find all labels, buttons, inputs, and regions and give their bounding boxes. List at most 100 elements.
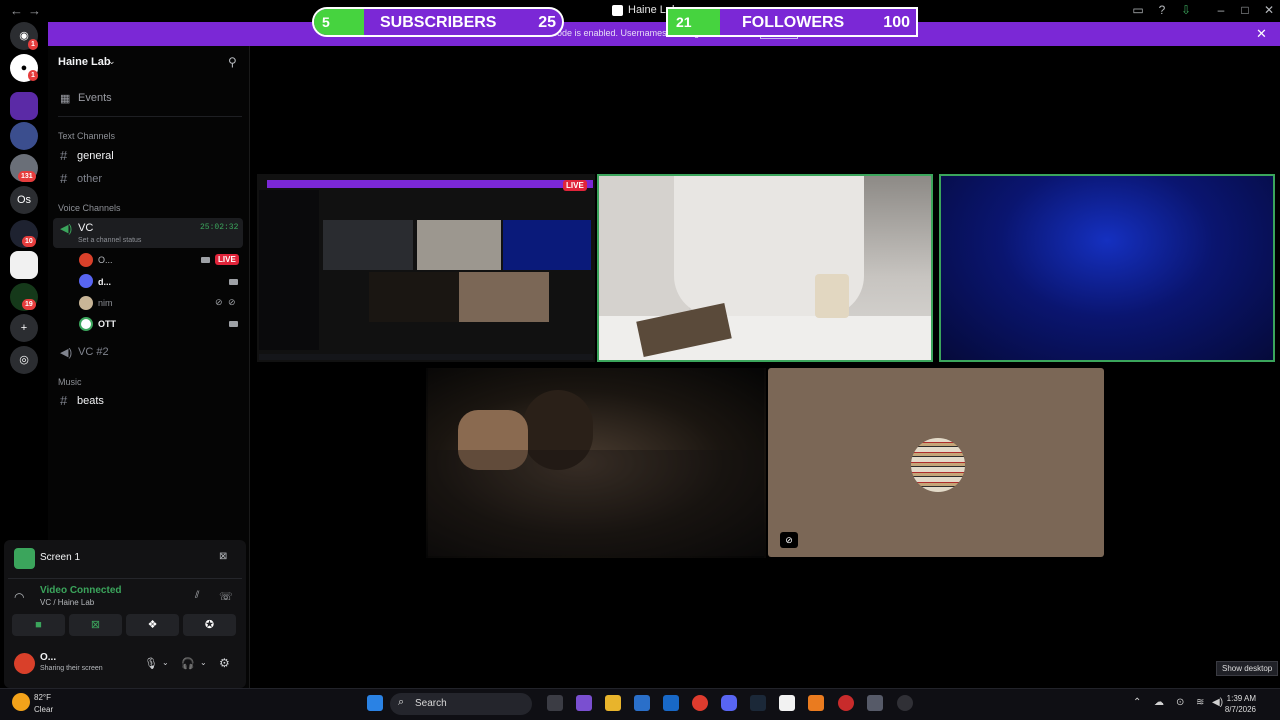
fl-studio-icon[interactable] bbox=[808, 695, 824, 711]
obs-icon[interactable] bbox=[897, 695, 913, 711]
activities-button[interactable]: ❖ bbox=[126, 614, 179, 636]
server-name[interactable]: Haine Lab bbox=[58, 56, 111, 68]
mic-icon[interactable]: 🎙 bbox=[144, 657, 158, 670]
voice-channel-vc2[interactable]: VC #2 bbox=[78, 346, 109, 358]
user-name: O... bbox=[40, 652, 57, 663]
vc-user-2[interactable]: d... bbox=[98, 277, 111, 287]
onedrive-icon[interactable]: ☁ bbox=[1154, 697, 1164, 708]
back-button[interactable]: ← bbox=[10, 3, 23, 18]
channel-other[interactable]: other bbox=[77, 173, 102, 185]
screen-thumbnail bbox=[14, 548, 35, 569]
vc-status[interactable]: Set a channel status bbox=[78, 237, 141, 244]
camera-icon bbox=[201, 257, 210, 263]
dm-badge: 1 bbox=[28, 39, 38, 50]
followers-current: 21 bbox=[676, 14, 692, 30]
mic-tray-icon[interactable]: ⊙ bbox=[1176, 697, 1184, 708]
inbox-icon[interactable]: ▭ bbox=[1129, 3, 1147, 17]
channel-beats[interactable]: beats bbox=[77, 395, 104, 407]
vc-timer: 25:02:32 bbox=[200, 223, 239, 232]
chrome-icon[interactable] bbox=[692, 695, 708, 711]
help-icon[interactable]: ? bbox=[1153, 3, 1171, 17]
weather-desc[interactable]: Clear bbox=[34, 705, 53, 714]
server-icon-trench[interactable] bbox=[10, 122, 38, 150]
subscribers-goal-bar: 5 SUBSCRIBERS 25 bbox=[312, 7, 564, 37]
vc-user-3[interactable]: nim bbox=[98, 298, 113, 308]
wifi-icon[interactable]: ≋ bbox=[1196, 697, 1204, 708]
server-icon-os[interactable]: Os bbox=[10, 186, 38, 214]
copilot-icon[interactable] bbox=[576, 695, 592, 711]
server-5-badge: 10 bbox=[22, 236, 36, 247]
live-badge: LIVE bbox=[215, 254, 239, 265]
nested-tile bbox=[417, 220, 501, 270]
nested-taskbar bbox=[259, 354, 593, 360]
camera-tile-kitchen[interactable] bbox=[597, 174, 933, 362]
channel-general[interactable]: general bbox=[77, 150, 114, 162]
clock[interactable]: 1:39 AM 8/7/2026 bbox=[1225, 693, 1256, 715]
connection-status: Video Connected bbox=[40, 585, 122, 596]
discover-icon[interactable]: ◎ bbox=[10, 346, 38, 374]
camera-tile-person[interactable] bbox=[426, 368, 766, 558]
screen-share-button[interactable]: ⊠ bbox=[69, 614, 122, 636]
music-category[interactable]: Music bbox=[58, 377, 82, 387]
close-window-button[interactable]: ✕ bbox=[1260, 3, 1278, 17]
soundboard-button[interactable]: ✪ bbox=[183, 614, 236, 636]
document-icon[interactable] bbox=[779, 695, 795, 711]
tray-overflow-icon[interactable]: ⌃ bbox=[1133, 697, 1141, 708]
server-7-badge: 19 bbox=[22, 299, 36, 310]
settings-gear-icon[interactable]: ⚙ bbox=[219, 656, 230, 670]
maximize-button[interactable]: □ bbox=[1236, 3, 1254, 17]
followers-goal-bar: 21 FOLLOWERS 100 bbox=[666, 7, 918, 37]
muted-video-icon: ⊘ bbox=[780, 532, 798, 548]
download-icon[interactable]: ⇩ bbox=[1177, 3, 1195, 17]
stream-tile-screen-share[interactable]: LIVE bbox=[257, 174, 595, 362]
headphones-icon[interactable]: 🎧 bbox=[181, 657, 195, 670]
chevron-down-icon[interactable]: ⌄ bbox=[108, 56, 116, 67]
panel-divider bbox=[8, 578, 242, 579]
user-avatar[interactable] bbox=[14, 653, 35, 674]
file-explorer-icon[interactable] bbox=[605, 695, 621, 711]
hash-icon: # bbox=[60, 171, 68, 186]
search-box[interactable]: ⌕ Search bbox=[390, 693, 532, 715]
avatar-tile-nim[interactable]: ⊘ bbox=[768, 368, 1104, 557]
stop-screen-icon[interactable]: ⊠ bbox=[219, 551, 227, 562]
camera-tile-blue[interactable] bbox=[939, 174, 1275, 362]
windows-start-icon[interactable] bbox=[367, 695, 383, 711]
user-status: Sharing their screen bbox=[40, 665, 103, 672]
task-view-icon[interactable] bbox=[547, 695, 563, 711]
camera-button[interactable]: ■ bbox=[12, 614, 65, 636]
events-link[interactable]: Events bbox=[78, 92, 112, 104]
avatar bbox=[79, 253, 93, 267]
app-icon-red[interactable] bbox=[838, 695, 854, 711]
chevron-down-icon[interactable]: ⌄ bbox=[200, 658, 207, 667]
outlook-icon[interactable] bbox=[663, 695, 679, 711]
volume-icon[interactable]: ◀) bbox=[1212, 697, 1223, 708]
noise-suppression-icon[interactable]: ⫽ bbox=[195, 590, 199, 601]
signal-icon: ◠ bbox=[14, 590, 25, 604]
nested-tile bbox=[369, 272, 459, 322]
vc-user-4[interactable]: OTT bbox=[98, 319, 116, 329]
banner-close-icon[interactable]: ✕ bbox=[1256, 26, 1267, 42]
chevron-down-icon[interactable]: ⌄ bbox=[162, 658, 169, 667]
add-server-icon[interactable]: + bbox=[10, 314, 38, 342]
title-bar: ← → Haine Lab ▭ ? ⇩ – □ ✕ bbox=[0, 0, 1280, 22]
store-icon[interactable] bbox=[634, 695, 650, 711]
disconnect-icon[interactable]: ☏ bbox=[219, 590, 233, 603]
vc-user-1[interactable]: O... bbox=[98, 255, 113, 265]
weather-temp[interactable]: 82°F bbox=[34, 693, 51, 702]
minimize-button[interactable]: – bbox=[1212, 3, 1230, 17]
followers-goal: 100 bbox=[883, 14, 910, 31]
forward-button[interactable]: → bbox=[28, 3, 41, 18]
discord-icon[interactable] bbox=[721, 695, 737, 711]
app-icon-gray[interactable] bbox=[867, 695, 883, 711]
deafened-icon: ⊘ bbox=[228, 297, 236, 307]
show-desktop-tooltip: Show desktop bbox=[1216, 661, 1279, 676]
server-icon-haine[interactable] bbox=[10, 251, 38, 279]
search-icon: ⌕ bbox=[398, 696, 405, 708]
voice-channels-category[interactable]: Voice Channels bbox=[58, 203, 121, 213]
steam-icon[interactable] bbox=[750, 695, 766, 711]
server-icon-haine-lab[interactable] bbox=[10, 92, 38, 120]
subscribers-goal: 25 bbox=[538, 14, 556, 31]
connection-path[interactable]: VC / Haine Lab bbox=[40, 598, 94, 607]
add-member-icon[interactable]: ⚲ bbox=[228, 55, 237, 69]
text-channels-category[interactable]: Text Channels bbox=[58, 131, 115, 141]
